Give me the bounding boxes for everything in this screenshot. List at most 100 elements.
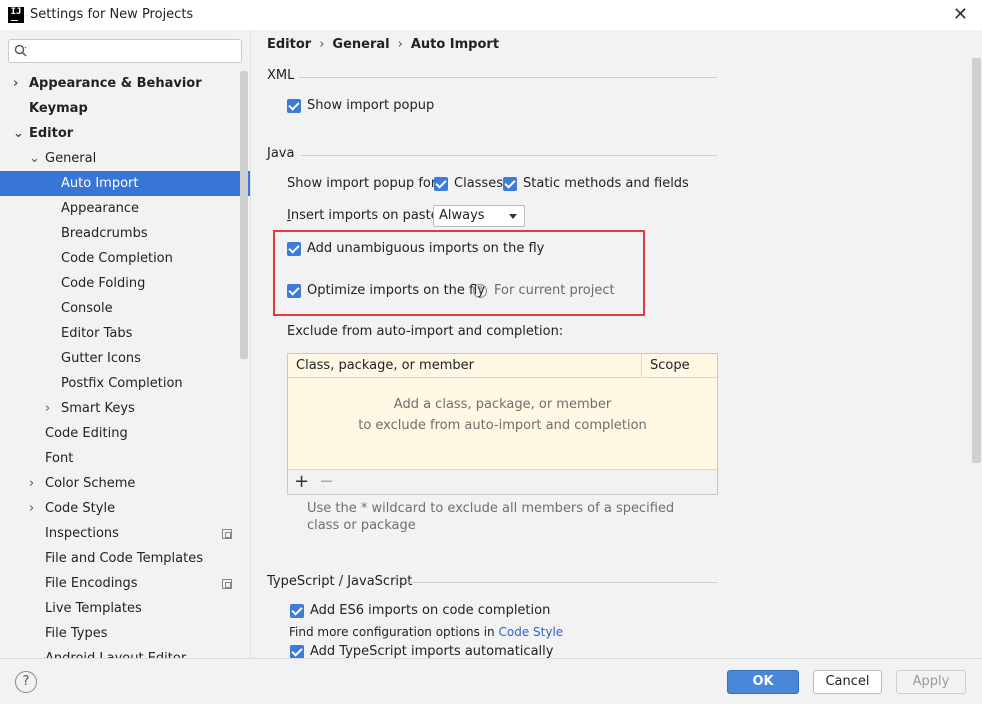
sidebar-item-label: Live Templates — [45, 601, 142, 616]
column-header-scope[interactable]: Scope — [650, 358, 690, 373]
code-style-link[interactable]: Code Style — [498, 625, 563, 639]
chevron-down-icon[interactable]: ⌄ — [13, 121, 24, 146]
for-current-project-label: For current project — [494, 283, 615, 298]
sidebar-item-code-completion[interactable]: Code Completion — [0, 246, 250, 271]
sidebar-item-auto-import[interactable]: Auto Import — [0, 171, 250, 196]
sidebar-item-editor[interactable]: ⌄ Editor — [0, 121, 250, 146]
copy-settings-icon — [222, 579, 232, 589]
sidebar-item-label: Code Folding — [61, 276, 146, 291]
chevron-right-icon[interactable]: › — [45, 396, 50, 421]
add-es6-imports-label[interactable]: Add ES6 imports on code completion — [310, 603, 550, 618]
optimize-imports-checkbox[interactable] — [287, 284, 301, 298]
add-icon[interactable]: + — [294, 471, 309, 492]
help-icon[interactable]: ? — [473, 284, 487, 298]
empty-text-line: to exclude from auto-import and completi… — [358, 418, 647, 433]
sidebar-item-editor-tabs[interactable]: Editor Tabs — [0, 321, 250, 346]
sidebar-item-label: Code Editing — [45, 426, 128, 441]
sidebar-item-label: Gutter Icons — [61, 351, 141, 366]
sidebar-item-console[interactable]: Console — [0, 296, 250, 321]
sidebar-item-label: Appearance — [61, 201, 140, 216]
insert-on-paste-value: Always — [439, 208, 485, 223]
classes-label[interactable]: Classes — [454, 176, 503, 191]
sidebar-item-label: File Types — [45, 626, 108, 641]
cancel-button[interactable]: Cancel — [813, 670, 882, 694]
sidebar-item-appearance-behavior[interactable]: › Appearance & Behavior — [0, 71, 250, 96]
sidebar-item-appearance[interactable]: Appearance — [0, 196, 250, 221]
sidebar-item-keymap[interactable]: Keymap — [0, 96, 250, 121]
insert-on-paste-dropdown[interactable]: Always — [433, 205, 525, 227]
chevron-right-icon[interactable]: › — [29, 471, 34, 496]
xml-show-import-popup-checkbox[interactable] — [287, 99, 301, 113]
wildcard-hint: Use the * wildcard to exclude all member… — [307, 501, 675, 533]
empty-text-line: Add a class, package, or member — [393, 397, 612, 412]
sidebar-item-file-encodings[interactable]: File Encodings — [0, 571, 250, 596]
sidebar-item-font[interactable]: Font — [0, 446, 250, 471]
add-unambiguous-imports-checkbox[interactable] — [287, 242, 301, 256]
exclude-table-toolbar: + − — [288, 469, 717, 494]
breadcrumb-separator: › — [397, 37, 403, 52]
sidebar-item-inspections[interactable]: Inspections — [0, 521, 250, 546]
sidebar-item-live-templates[interactable]: Live Templates — [0, 596, 250, 621]
help-button[interactable]: ? — [15, 671, 37, 693]
breadcrumb-separator: › — [319, 37, 325, 52]
settings-search-box[interactable] — [8, 39, 242, 63]
more-config-text: Find more configuration options in Code … — [289, 625, 563, 639]
breadcrumb-general[interactable]: General — [332, 37, 389, 52]
breadcrumb: Editor › General › Auto Import — [267, 37, 499, 52]
sidebar-item-label: Code Completion — [61, 251, 173, 266]
sidebar-item-color-scheme[interactable]: › Color Scheme — [0, 471, 250, 496]
content-scrollbar[interactable] — [972, 58, 981, 463]
add-es6-imports-checkbox[interactable] — [290, 604, 304, 618]
close-icon[interactable]: ✕ — [953, 4, 968, 25]
sidebar-item-code-folding[interactable]: Code Folding — [0, 271, 250, 296]
sidebar-item-android-layout-editor[interactable]: Android Layout Editor — [0, 646, 250, 658]
add-unambiguous-imports-label[interactable]: Add unambiguous imports on the fly — [307, 241, 544, 256]
xml-section-divider — [299, 77, 717, 78]
sidebar-item-label: Breadcrumbs — [61, 226, 148, 241]
optimize-imports-label[interactable]: Optimize imports on the fly — [307, 283, 485, 298]
sidebar-item-label: Postfix Completion — [61, 376, 183, 391]
settings-content: Editor › General › Auto Import XML Show impo… — [251, 30, 982, 658]
sidebar-item-postfix-completion[interactable]: Postfix Completion — [0, 371, 250, 396]
chevron-right-icon[interactable]: › — [29, 496, 34, 521]
column-divider[interactable] — [641, 354, 642, 378]
add-typescript-imports-label[interactable]: Add TypeScript imports automatically — [310, 644, 553, 658]
static-methods-label[interactable]: Static methods and fields — [523, 176, 689, 191]
dialog-footer: ? OK Cancel Apply — [0, 658, 982, 704]
sidebar-item-file-types[interactable]: File Types — [0, 621, 250, 646]
sidebar-item-gutter-icons[interactable]: Gutter Icons — [0, 346, 250, 371]
xml-show-import-popup-label[interactable]: Show import popup — [307, 98, 434, 113]
sidebar-item-label: Auto Import — [61, 176, 139, 191]
sidebar-scrollbar[interactable] — [240, 71, 248, 359]
sidebar-item-label: File and Code Templates — [45, 551, 203, 566]
sidebar-item-general[interactable]: ⌄ General — [0, 146, 250, 171]
breadcrumb-editor[interactable]: Editor — [267, 37, 311, 52]
insert-on-paste-label: Insert imports on paste: — [287, 208, 443, 223]
sidebar-item-label: Code Style — [45, 501, 116, 516]
settings-search-input[interactable] — [33, 42, 233, 60]
sidebar-item-smart-keys[interactable]: › Smart Keys — [0, 396, 250, 421]
exclude-table-empty-text: Add a class, package, or member to exclu… — [288, 394, 717, 436]
show-popup-for-label: Show import popup for: — [287, 176, 441, 191]
sidebar-item-code-editing[interactable]: Code Editing — [0, 421, 250, 446]
breadcrumb-auto-import: Auto Import — [410, 37, 500, 52]
static-methods-checkbox[interactable] — [503, 177, 517, 191]
java-section-divider — [301, 155, 717, 156]
sidebar-item-breadcrumbs[interactable]: Breadcrumbs — [0, 221, 250, 246]
exclude-table[interactable]: Class, package, or member Scope Add a cl… — [287, 353, 718, 495]
chevron-right-icon[interactable]: › — [13, 71, 18, 96]
java-section-title: Java — [267, 146, 295, 161]
window-title: Settings for New Projects — [30, 7, 194, 22]
classes-checkbox[interactable] — [434, 177, 448, 191]
add-typescript-imports-checkbox[interactable] — [290, 645, 304, 658]
apply-button[interactable]: Apply — [896, 670, 966, 694]
sidebar-item-label: Font — [45, 451, 74, 466]
sidebar-item-code-style[interactable]: › Code Style — [0, 496, 250, 521]
chevron-down-icon[interactable]: ⌄ — [29, 146, 40, 171]
sidebar-item-label: Smart Keys — [61, 401, 135, 416]
column-header-member[interactable]: Class, package, or member — [296, 358, 474, 373]
insert-on-paste-text: nsert imports on paste: — [290, 208, 444, 223]
intellij-app-icon: IJ — [8, 7, 24, 23]
sidebar-item-file-and-code-templates[interactable]: File and Code Templates — [0, 546, 250, 571]
ok-button[interactable]: OK — [727, 670, 799, 694]
